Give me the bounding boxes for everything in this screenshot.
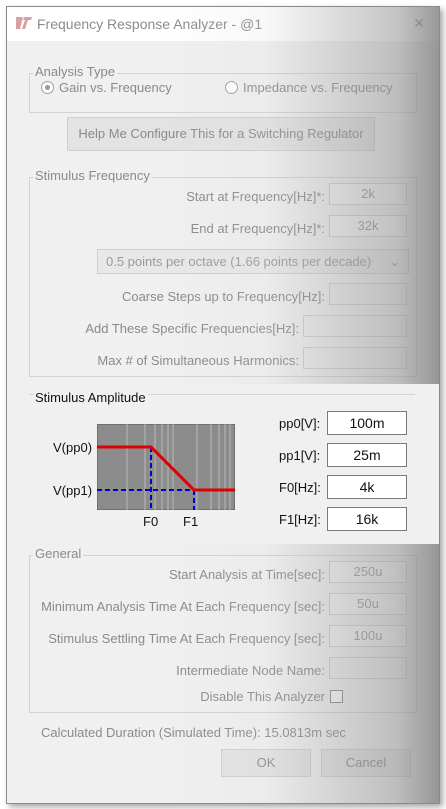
settling-time-field[interactable]: 100u (329, 625, 407, 647)
disable-analyzer-checkbox[interactable] (330, 690, 343, 703)
cancel-button[interactable]: Cancel (321, 749, 411, 777)
settling-time-label: Stimulus Settling Time At Each Frequency… (48, 631, 325, 646)
f0-diagram-label: F0 (143, 514, 159, 529)
gain-vs-frequency-label[interactable]: Gain vs. Frequency (59, 80, 172, 95)
intermediate-node-field[interactable] (329, 657, 407, 679)
points-per-octave-value: 0.5 points per octave (1.66 points per d… (106, 254, 372, 269)
calculated-duration-text: Calculated Duration (Simulated Time): 15… (41, 725, 346, 740)
start-frequency-label: Start at Frequency[Hz]*: (186, 189, 325, 204)
ok-button[interactable]: OK (221, 749, 311, 777)
start-frequency-field[interactable]: 2k (329, 183, 407, 205)
end-frequency-field[interactable]: 32k (329, 215, 407, 237)
pp0-label: pp0[V]: (279, 416, 321, 431)
start-analysis-time-label: Start Analysis at Time[sec]: (168, 567, 325, 582)
stimulus-amplitude-panel: Stimulus Amplitude V(pp0) V(pp1) F0 F1 p… (7, 384, 439, 544)
f1-label: F1[Hz]: (279, 512, 321, 527)
title-bar: Frequency Response Analyzer - @1 ✕ (7, 7, 439, 41)
help-configure-switching-regulator-button[interactable]: Help Me Configure This for a Switching R… (67, 117, 375, 151)
disable-analyzer-label: Disable This Analyzer (200, 689, 325, 704)
pp0-field[interactable]: 100m (327, 411, 407, 435)
specific-frequencies-label: Add These Specific Frequencies[Hz]: (85, 321, 299, 336)
min-analysis-time-label: Minimum Analysis Time At Each Frequency … (41, 599, 325, 614)
specific-frequencies-field[interactable] (303, 315, 407, 337)
min-analysis-time-field[interactable]: 50u (329, 593, 407, 615)
coarse-steps-field[interactable] (329, 283, 407, 305)
frequency-response-analyzer-dialog: Frequency Response Analyzer - @1 ✕ Analy… (6, 6, 440, 804)
analysis-type-label: Analysis Type (33, 64, 117, 79)
vpp1-diagram-label: V(pp1) (53, 483, 93, 498)
max-harmonics-field[interactable] (303, 347, 407, 369)
window-title: Frequency Response Analyzer - @1 (37, 16, 263, 32)
f0-field[interactable]: 4k (327, 475, 407, 499)
end-frequency-label: End at Frequency[Hz]*: (190, 221, 325, 236)
impedance-vs-frequency-radio[interactable] (225, 81, 238, 94)
f1-field[interactable]: 16k (327, 507, 407, 531)
close-icon[interactable]: ✕ (413, 15, 425, 32)
vpp0-diagram-label: V(pp0) (53, 440, 93, 455)
f1-diagram-label: F1 (183, 514, 199, 529)
intermediate-node-label: Intermediate Node Name: (176, 663, 325, 678)
pp1-field[interactable]: 25m (327, 443, 407, 467)
pp1-label: pp1[V]: (279, 448, 321, 463)
chevron-down-icon: ⌄ (389, 254, 400, 269)
amplitude-profile-diagram (97, 424, 235, 510)
coarse-steps-label: Coarse Steps up to Frequency[Hz]: (121, 289, 325, 304)
start-analysis-time-field[interactable]: 250u (329, 561, 407, 583)
gain-vs-frequency-radio[interactable] (41, 81, 54, 94)
f0-label: F0[Hz]: (279, 480, 321, 495)
points-per-octave-select[interactable]: 0.5 points per octave (1.66 points per d… (97, 249, 409, 274)
general-label: General (33, 546, 84, 561)
stimulus-amplitude-label: Stimulus Amplitude (33, 390, 148, 405)
max-harmonics-label: Max # of Simultaneous Harmonics: (97, 353, 299, 368)
diagram-background (97, 424, 235, 510)
impedance-vs-frequency-label[interactable]: Impedance vs. Frequency (243, 80, 393, 95)
ltspice-app-icon (16, 17, 32, 29)
stimulus-frequency-label: Stimulus Frequency (33, 168, 152, 183)
